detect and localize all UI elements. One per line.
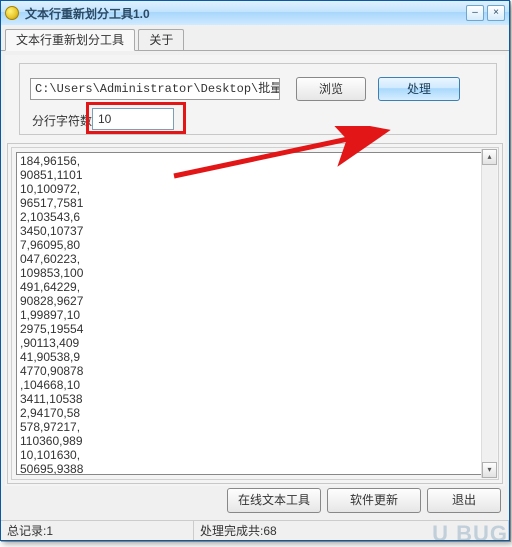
- exit-button[interactable]: 退出: [427, 488, 501, 513]
- scroll-up-button[interactable]: ▴: [482, 149, 497, 165]
- split-count-input[interactable]: 10: [92, 108, 174, 130]
- split-label: 分行字符数: [32, 112, 92, 129]
- app-icon: [5, 6, 19, 20]
- title-bar: 文本行重新划分工具1.0 – ×: [1, 1, 509, 25]
- update-button[interactable]: 软件更新: [327, 488, 421, 513]
- browse-button[interactable]: 浏览: [296, 77, 366, 101]
- process-button[interactable]: 处理: [378, 77, 460, 101]
- main-pane: C:\Users\Administrator\Desktop\批量删 浏览 处理…: [5, 55, 505, 486]
- app-window: 文本行重新划分工具1.0 – × 文本行重新划分工具 关于 C:\Users\A…: [0, 0, 510, 541]
- bottom-button-bar: 在线文本工具 软件更新 退出: [227, 488, 501, 516]
- output-panel: 184,96156, 90851,1101 10,100972, 96517,7…: [7, 143, 503, 484]
- tab-main[interactable]: 文本行重新划分工具: [5, 29, 135, 51]
- output-textarea[interactable]: 184,96156, 90851,1101 10,100972, 96517,7…: [16, 152, 494, 475]
- scroll-down-button[interactable]: ▾: [482, 462, 497, 478]
- status-done: 处理完成共:68: [194, 521, 509, 540]
- path-input[interactable]: C:\Users\Administrator\Desktop\批量删: [30, 78, 280, 100]
- online-tool-button[interactable]: 在线文本工具: [227, 488, 321, 513]
- close-button[interactable]: ×: [487, 5, 505, 21]
- minimize-button[interactable]: –: [466, 5, 484, 21]
- window-title: 文本行重新划分工具1.0: [25, 5, 463, 22]
- status-bar: 总记录:1 处理完成共:68: [1, 520, 509, 540]
- status-records: 总记录:1: [1, 521, 194, 540]
- tab-about[interactable]: 关于: [138, 29, 184, 51]
- scrollbar-vertical[interactable]: ▴ ▾: [481, 149, 497, 478]
- controls-group: C:\Users\Administrator\Desktop\批量删 浏览 处理…: [19, 63, 497, 135]
- output-inner: 184,96156, 90851,1101 10,100972, 96517,7…: [11, 147, 499, 480]
- tab-strip: 文本行重新划分工具 关于: [1, 25, 509, 51]
